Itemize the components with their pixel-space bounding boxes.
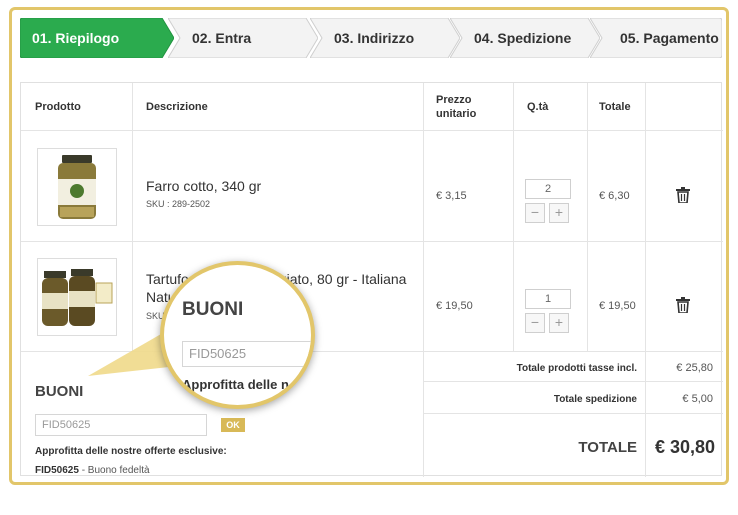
magnifier-zoom: BUONI FID50625 Approfitta delle n <box>160 261 315 409</box>
magnifier-offer-text: Approfitta delle n <box>182 377 289 392</box>
magnifier-code-input: FID50625 <box>182 341 311 367</box>
magnifier-pointer <box>88 330 178 376</box>
magnifier-title: BUONI <box>182 299 244 320</box>
